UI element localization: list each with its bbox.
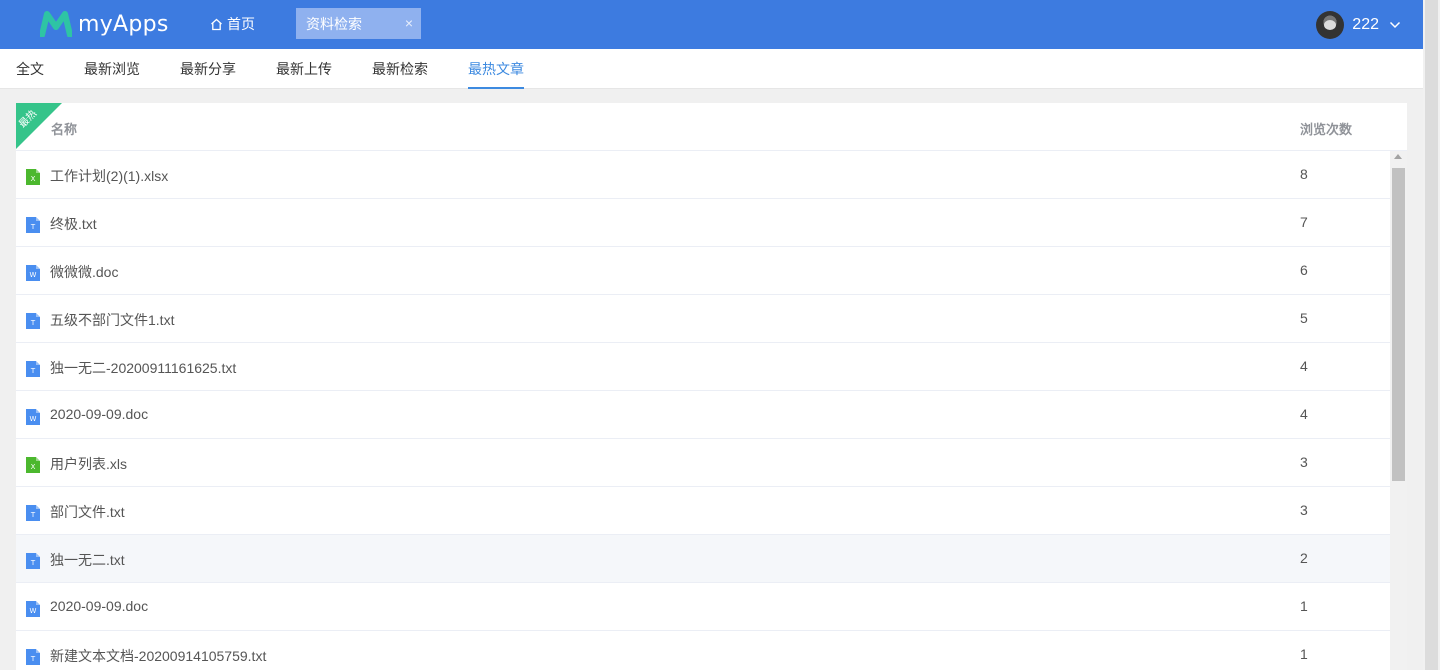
table-row[interactable]: T 终极.txt 7 xyxy=(16,199,1390,247)
page-scrollbar[interactable] xyxy=(1423,0,1440,670)
file-name-link[interactable]: 独一无二-20200911161625.txt xyxy=(50,358,236,378)
file-type-letter: T xyxy=(30,655,36,663)
avatar xyxy=(1316,11,1345,39)
subnav-tab-recent-upload[interactable]: 最新上传 xyxy=(276,49,332,89)
view-count: 8 xyxy=(1300,166,1308,182)
app-logo[interactable]: myApps xyxy=(40,10,169,38)
file-type-letter: W xyxy=(30,607,37,615)
file-type-letter: T xyxy=(30,559,36,567)
excel-file-icon: X xyxy=(26,169,40,185)
page-scrollbar-thumb[interactable] xyxy=(1425,0,1438,670)
nav-home-label: 首页 xyxy=(227,16,255,32)
hot-corner-badge: 最热 xyxy=(16,103,62,149)
table-row[interactable]: W 微微微.doc 6 xyxy=(16,247,1390,295)
nav-home-link[interactable]: 首页 xyxy=(210,8,255,40)
table-row[interactable]: W 2020-09-09.doc 4 xyxy=(16,391,1390,439)
file-type-letter: T xyxy=(30,319,36,327)
table-row[interactable]: T 新建文本文档-20200914105759.txt 1 xyxy=(16,631,1390,670)
file-name-link[interactable]: 独一无二.txt xyxy=(50,550,125,570)
file-name-link[interactable]: 五级不部门文件1.txt xyxy=(50,310,174,330)
file-type-letter: T xyxy=(30,511,36,519)
subnav-tab-fulltext[interactable]: 全文 xyxy=(16,49,44,89)
table-scrollbar[interactable] xyxy=(1390,151,1407,670)
text-file-icon: T xyxy=(26,361,40,377)
top-header: myApps 首页 资料检索 × 222 xyxy=(0,0,1423,49)
table-header: 名称 浏览次数 xyxy=(16,103,1407,151)
subnav-tab-recent-browse[interactable]: 最新浏览 xyxy=(84,49,140,89)
table-row[interactable]: T 五级不部门文件1.txt 5 xyxy=(16,295,1390,343)
word-file-icon: W xyxy=(26,601,40,617)
close-icon[interactable]: × xyxy=(405,15,413,31)
file-name-link[interactable]: 用户列表.xls xyxy=(50,454,127,474)
chevron-down-icon xyxy=(1389,21,1401,29)
logo-m-icon xyxy=(40,11,72,37)
table-row[interactable]: W 2020-09-09.doc 1 xyxy=(16,583,1390,631)
text-file-icon: T xyxy=(26,649,40,665)
file-name-link[interactable]: 部门文件.txt xyxy=(50,502,125,522)
view-count: 1 xyxy=(1300,598,1308,614)
view-count: 5 xyxy=(1300,310,1308,326)
file-type-letter: T xyxy=(30,367,36,375)
file-type-letter: X xyxy=(31,463,36,471)
subnav-tab-hottest[interactable]: 最热文章 xyxy=(468,49,524,89)
home-icon xyxy=(211,18,222,30)
view-count: 7 xyxy=(1300,214,1308,230)
view-count: 1 xyxy=(1300,646,1308,662)
table-row[interactable]: T 独一无二.txt 2 xyxy=(16,535,1390,583)
table-row[interactable]: X 工作计划(2)(1).xlsx 8 xyxy=(16,151,1390,199)
subnav-tab-recent-share[interactable]: 最新分享 xyxy=(180,49,236,89)
user-menu[interactable]: 222 xyxy=(1316,11,1401,39)
file-type-letter: W xyxy=(30,415,37,423)
user-name: 222 xyxy=(1352,16,1379,33)
text-file-icon: T xyxy=(26,505,40,521)
file-name-link[interactable]: 2020-09-09.doc xyxy=(50,406,148,422)
open-tab-label: 资料检索 xyxy=(306,15,362,32)
view-count: 6 xyxy=(1300,262,1308,278)
table-row[interactable]: X 用户列表.xls 3 xyxy=(16,439,1390,487)
file-name-link[interactable]: 工作计划(2)(1).xlsx xyxy=(50,166,168,186)
scroll-up-arrow-icon[interactable] xyxy=(1394,154,1402,159)
table-row[interactable]: T 独一无二-20200911161625.txt 4 xyxy=(16,343,1390,391)
sub-navigation: 全文 最新浏览 最新分享 最新上传 最新检索 最热文章 xyxy=(0,49,1423,89)
file-type-letter: T xyxy=(30,223,36,231)
hot-articles-panel: 名称 浏览次数 最热 X 工作计划(2)(1).xlsx 8 T 终极.txt 7 W 微微微… xyxy=(16,103,1407,670)
view-count: 4 xyxy=(1300,406,1308,422)
table-body: X 工作计划(2)(1).xlsx 8 T 终极.txt 7 W 微微微.doc 6 T 五级不部门… xyxy=(16,151,1390,670)
table-row[interactable]: T 部门文件.txt 3 xyxy=(16,487,1390,535)
view-count: 3 xyxy=(1300,502,1308,518)
file-name-link[interactable]: 新建文本文档-20200914105759.txt xyxy=(50,646,266,666)
table-scrollbar-thumb[interactable] xyxy=(1392,168,1405,481)
text-file-icon: T xyxy=(26,217,40,233)
file-name-link[interactable]: 微微微.doc xyxy=(50,262,118,282)
subnav-tab-recent-search[interactable]: 最新检索 xyxy=(372,49,428,89)
text-file-icon: T xyxy=(26,553,40,569)
view-count: 4 xyxy=(1300,358,1308,374)
file-type-letter: X xyxy=(31,175,36,183)
view-count: 2 xyxy=(1300,550,1308,566)
excel-file-icon: X xyxy=(26,457,40,473)
file-type-letter: W xyxy=(30,271,37,279)
column-header-view-count[interactable]: 浏览次数 xyxy=(1300,119,1352,138)
open-tab-data-search[interactable]: 资料检索 × xyxy=(296,8,421,39)
text-file-icon: T xyxy=(26,313,40,329)
file-name-link[interactable]: 2020-09-09.doc xyxy=(50,598,148,614)
view-count: 3 xyxy=(1300,454,1308,470)
word-file-icon: W xyxy=(26,409,40,425)
file-name-link[interactable]: 终极.txt xyxy=(50,214,97,234)
app-name: myApps xyxy=(78,11,169,37)
word-file-icon: W xyxy=(26,265,40,281)
